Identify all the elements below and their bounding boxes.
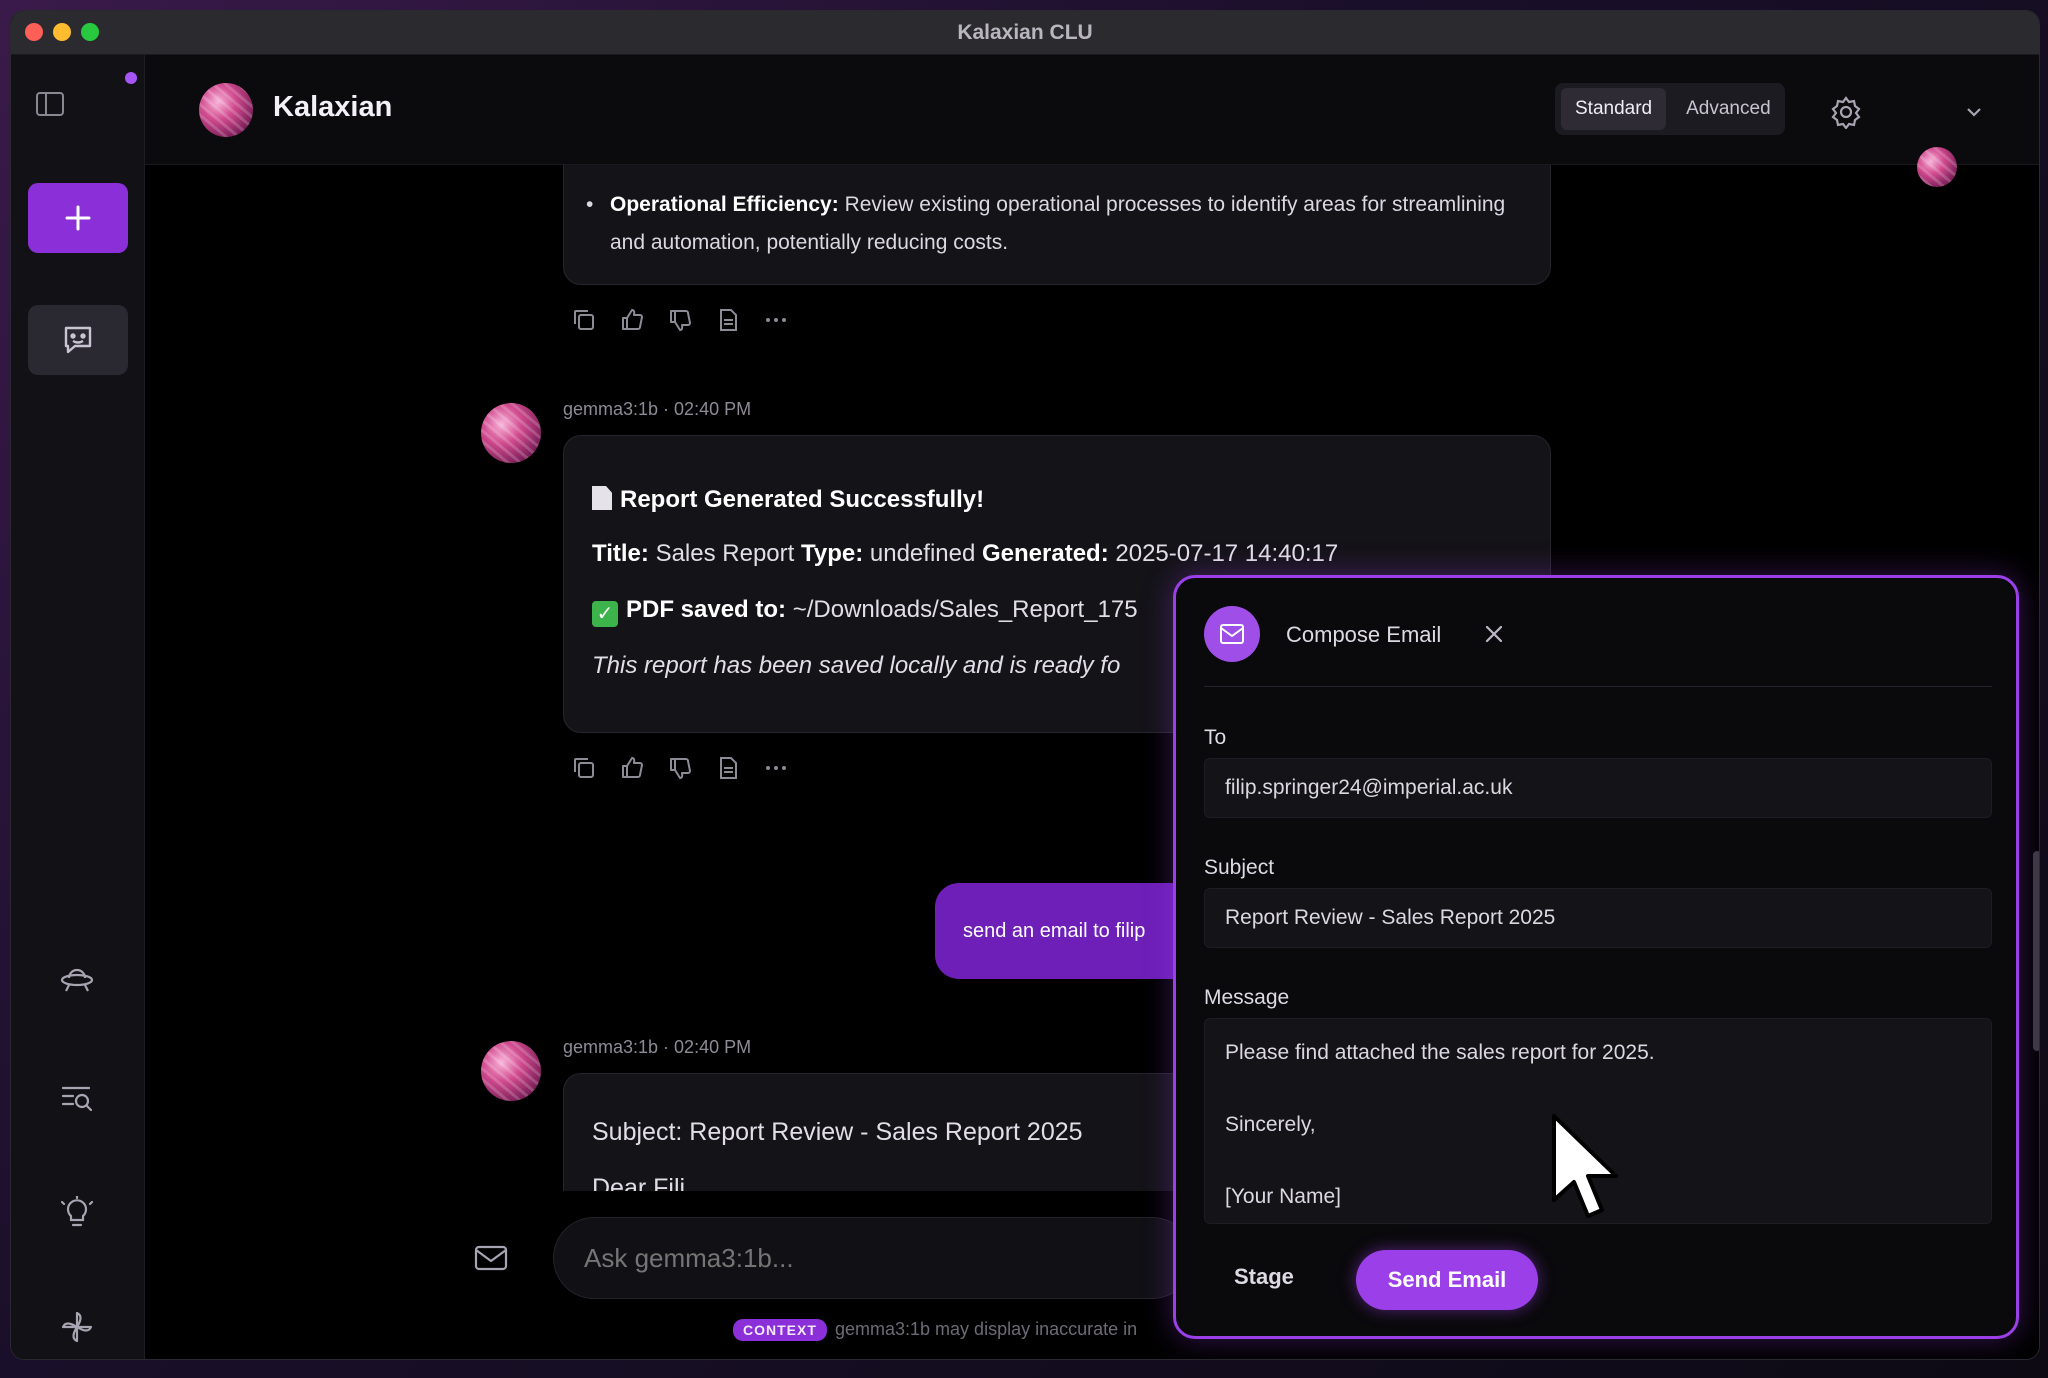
document-icon <box>592 486 612 510</box>
search-list-nav-button[interactable] <box>53 1073 101 1121</box>
thumbs-down-icon[interactable] <box>667 755 693 781</box>
chat-bubble-icon <box>64 326 92 354</box>
message-actions <box>571 755 789 781</box>
sidebar-toggle-icon[interactable] <box>35 91 65 117</box>
report-details: Title: Sales Report Type: undefined Gene… <box>592 540 1338 568</box>
pdf-path: ~/Downloads/Sales_Report_175 <box>786 596 1138 623</box>
divider <box>1204 686 1992 687</box>
mouse-cursor-icon <box>1552 1114 1618 1218</box>
compose-email-title: Compose Email <box>1286 622 1442 647</box>
check-icon: ✓ <box>592 601 618 627</box>
mode-advanced[interactable]: Advanced <box>1672 88 1785 130</box>
mail-icon[interactable] <box>473 1243 509 1273</box>
scrollbar[interactable] <box>2033 851 2039 1051</box>
ufo-nav-button[interactable] <box>53 955 101 1003</box>
status-dot <box>125 72 137 84</box>
report-note: This report has been saved locally and i… <box>592 652 1121 679</box>
window-controls <box>25 23 99 41</box>
to-label: To <box>1204 726 1227 749</box>
copy-icon[interactable] <box>571 307 597 333</box>
document-icon[interactable] <box>715 307 741 333</box>
mode-toggle: Standard Advanced <box>1555 83 1785 135</box>
window-title: Kalaxian CLU <box>957 20 1093 44</box>
new-chat-button[interactable] <box>28 183 128 253</box>
generated-value: 2025-07-17 14:40:17 <box>1108 540 1339 567</box>
message-label: Message <box>1204 986 1290 1009</box>
thumbs-up-icon[interactable] <box>619 755 645 781</box>
close-icon[interactable] <box>1482 622 1506 646</box>
report-heading: Report Generated Successfully! <box>592 486 984 514</box>
chevron-down-icon[interactable] <box>1965 105 1983 119</box>
thumbs-up-icon[interactable] <box>619 307 645 333</box>
bullet-bold: Operational Efficiency: <box>610 193 839 216</box>
report-heading-text: Report Generated Successfully! <box>620 486 985 513</box>
pdf-path-row: ✓ PDF saved to: ~/Downloads/Sales_Report_… <box>592 596 1138 627</box>
mail-icon <box>1204 606 1260 662</box>
compose-email-panel: Compose Email To Subject Message Please … <box>1173 575 2019 1339</box>
bullet-item: Operational Efficiency: Review existing … <box>586 186 1510 262</box>
document-icon[interactable] <box>715 755 741 781</box>
ideas-nav-button[interactable] <box>53 1189 101 1237</box>
generated-label: Generated: <box>982 540 1109 567</box>
user-message: send an email to filip <box>935 883 1195 979</box>
chat-input[interactable] <box>553 1217 1193 1299</box>
email-greeting: Dear Fili <box>592 1174 686 1191</box>
brand-name: Kalaxian <box>273 91 393 123</box>
subject-label: Subject <box>1204 856 1275 879</box>
stage-button[interactable]: Stage <box>1234 1264 1294 1290</box>
pdf-label: PDF saved to: <box>626 596 787 623</box>
brand-logo <box>199 83 253 137</box>
thumbs-down-icon[interactable] <box>667 307 693 333</box>
message-meta: gemma3:1b · 02:40 PM <box>563 1037 752 1057</box>
context-badge[interactable]: CONTEXT <box>733 1319 827 1341</box>
close-window-button[interactable] <box>25 23 43 41</box>
assistant-message: Operational Efficiency: Review existing … <box>563 165 1551 285</box>
type-value: undefined <box>863 540 982 567</box>
type-label: Type: <box>800 540 864 567</box>
to-field[interactable] <box>1204 758 1992 818</box>
minimize-window-button[interactable] <box>53 23 71 41</box>
title-value: Sales Report <box>648 540 801 567</box>
disclaimer-text: gemma3:1b may display inaccurate in <box>835 1319 1138 1339</box>
title-label: Title: <box>592 540 649 567</box>
pinwheel-nav-button[interactable] <box>53 1303 101 1351</box>
mode-standard[interactable]: Standard <box>1561 88 1667 130</box>
maximize-window-button[interactable] <box>81 23 99 41</box>
email-subject-line: Subject: Report Review - Sales Report 20… <box>592 1118 1083 1146</box>
sidebar <box>11 55 145 1359</box>
chat-nav-button[interactable] <box>28 305 128 375</box>
app-header: Kalaxian Standard Advanced <box>145 55 2039 187</box>
settings-gear-icon[interactable] <box>1829 95 1863 129</box>
copy-icon[interactable] <box>571 755 597 781</box>
more-options-icon[interactable] <box>763 307 789 333</box>
lightbulb-icon <box>61 1196 93 1227</box>
send-email-button[interactable]: Send Email <box>1356 1250 1538 1310</box>
list-search-icon <box>61 1086 93 1112</box>
message-actions <box>571 307 789 333</box>
plus-icon <box>65 205 91 231</box>
ufo-icon <box>60 968 94 992</box>
assistant-avatar <box>481 1041 541 1101</box>
message-meta: gemma3:1b · 02:40 PM <box>563 399 752 419</box>
subject-field[interactable] <box>1204 888 1992 948</box>
assistant-avatar <box>481 403 541 463</box>
app-window: Kalaxian CLU Kalaxian Standard Advanced … <box>10 10 2040 1360</box>
title-bar: Kalaxian CLU <box>11 11 2039 55</box>
pinwheel-icon <box>61 1311 93 1343</box>
more-options-icon[interactable] <box>763 755 789 781</box>
